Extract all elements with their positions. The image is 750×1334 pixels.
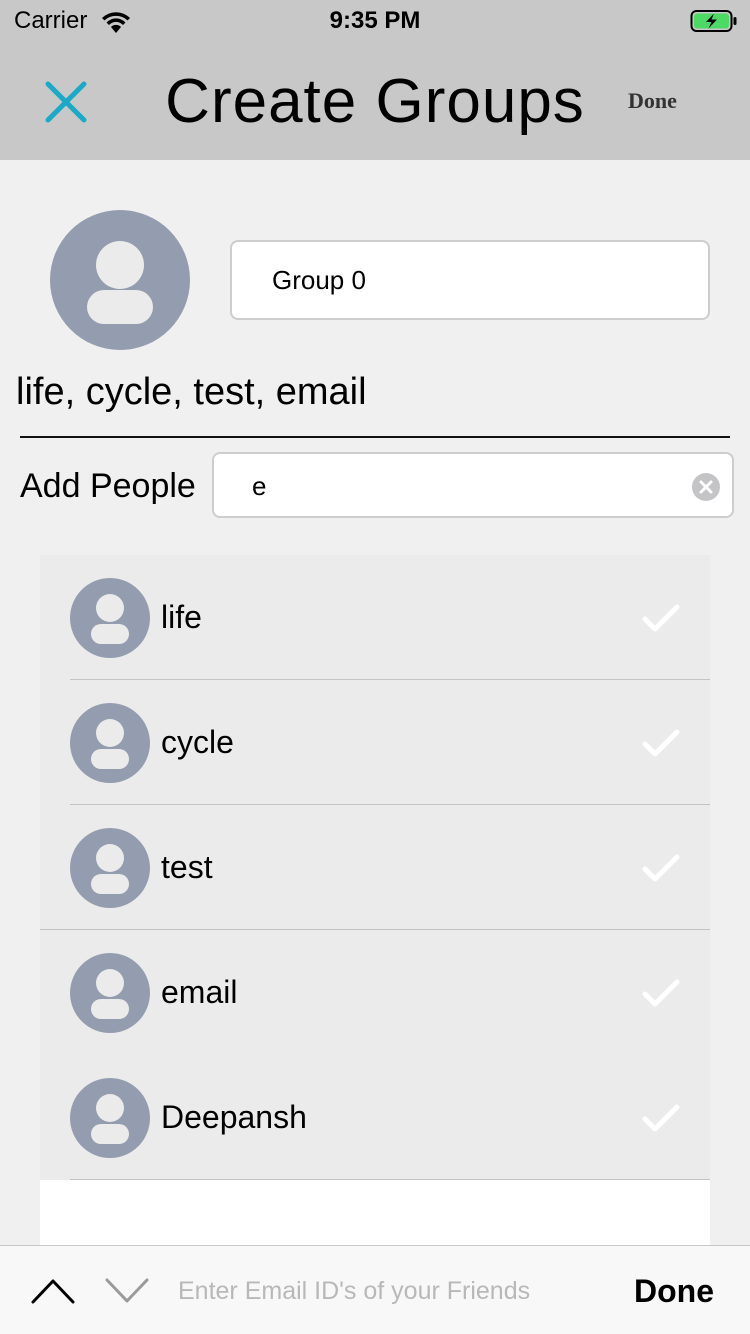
person-icon [70,828,150,908]
battery-charging-icon [690,10,737,32]
chevron-up-icon[interactable] [30,1276,76,1306]
nav-done-button[interactable]: Done [628,86,708,116]
list-item[interactable]: Deepansh [40,1055,710,1180]
list-item[interactable]: test [40,805,710,930]
chevron-down-icon[interactable] [104,1276,150,1306]
checkmark-icon [642,1104,680,1132]
person-name: test [161,849,213,885]
add-people-label: Add People [20,467,196,505]
people-results-list: life cycle test email Deepansh [40,555,710,1245]
nav-bar: Create Groups Done [0,44,750,160]
person-icon [70,1078,150,1158]
person-name: email [161,974,238,1010]
section-divider [20,436,730,438]
person-name: cycle [161,724,234,760]
checkmark-icon [642,604,680,632]
search-input[interactable] [252,466,672,506]
clock: 9:35 PM [329,7,421,34]
person-icon [70,578,150,658]
person-name: Deepansh [161,1099,307,1135]
search-field [212,452,734,518]
group-name-input[interactable] [230,240,710,320]
close-icon[interactable] [40,76,92,128]
checkmark-icon [642,729,680,757]
group-avatar-icon[interactable] [50,210,190,350]
person-name: life [161,599,202,635]
friend-email-input[interactable] [178,1270,598,1312]
person-icon [70,703,150,783]
clear-icon[interactable] [692,473,720,501]
keyboard-done-button[interactable]: Done [634,1272,714,1310]
person-icon [70,953,150,1033]
list-item[interactable]: email [40,930,710,1055]
status-bar: Carrier 9:35 PM [0,0,750,44]
row-divider [70,1179,710,1180]
checkmark-icon [642,854,680,882]
list-item[interactable]: life [40,555,710,680]
keyboard-accessory-bar: Done [0,1245,750,1334]
page-title: Create Groups [165,67,585,136]
checkmark-icon [642,979,680,1007]
list-item[interactable]: cycle [40,680,710,805]
selected-members-summary: life, cycle, test, email [16,371,367,413]
